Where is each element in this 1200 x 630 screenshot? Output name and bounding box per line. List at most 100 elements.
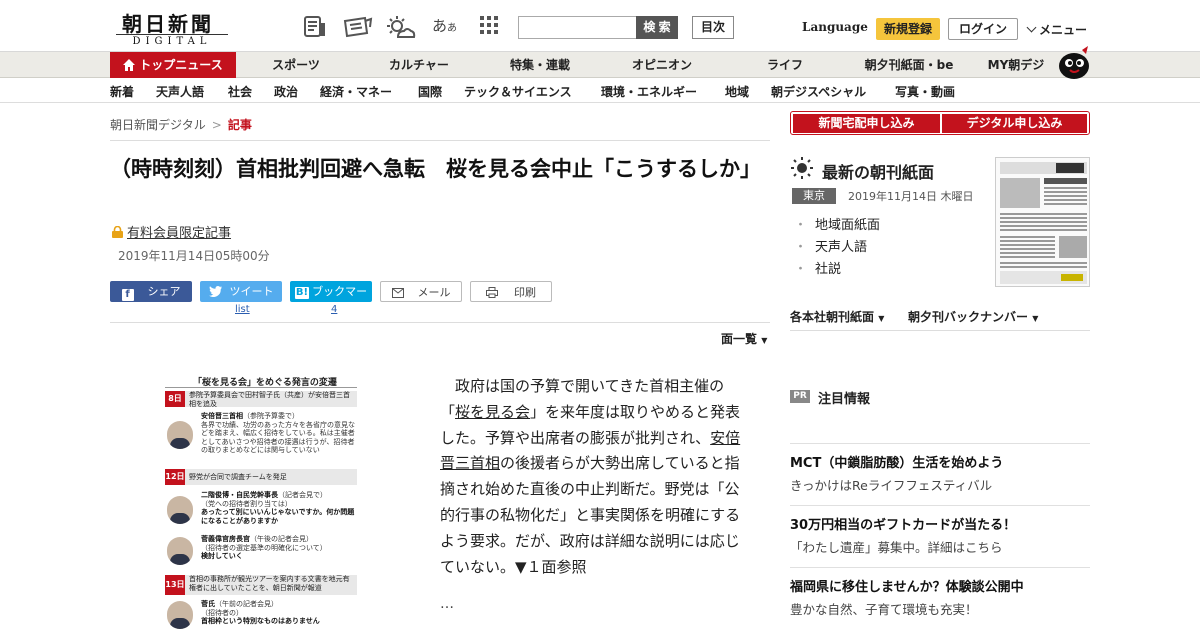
menu-button[interactable]: メニュー — [1026, 21, 1088, 38]
menlist-toggle[interactable]: 面一覧 ▼ — [721, 330, 767, 347]
font-size-icon[interactable]: ああ — [432, 15, 458, 39]
pr-ad-subtext[interactable]: 豊かな自然、子育て環境も充実！ — [790, 599, 978, 618]
choukan-link-label: 社説 — [815, 262, 842, 277]
mokuji-button[interactable]: 目次 — [692, 16, 734, 39]
regional-editions-dropdown[interactable]: 各本社朝刊紙面 ▼ — [790, 308, 884, 325]
quote-speaker: 安倍晋三首相 — [201, 412, 243, 420]
choukan-link[interactable]: ・社説 — [794, 258, 841, 277]
article-date: 2019年11月14日05時00分 — [118, 249, 270, 263]
quote-note: （午前の記者会見） — [215, 600, 278, 608]
search-button[interactable]: 検 索 — [636, 16, 678, 39]
quote-sub: （招待者の選定基準の明確化について） — [201, 543, 327, 552]
snav-special[interactable]: 朝デジスペシャル — [771, 83, 866, 100]
pr-ad-headline[interactable]: 福岡県に移住しませんか？体験談公開中 — [790, 576, 1024, 595]
hatena-bookmark-button[interactable]: B! ブックマーク — [290, 281, 372, 319]
bullet-icon: ・ — [794, 218, 808, 233]
sub-nav: 新着 天声人語 社会 政治 経済・マネー 国際 テック＆サイエンス 環境・エネル… — [0, 79, 1200, 103]
choukan-link[interactable]: ・天声人語 — [794, 236, 867, 255]
breadcrumb-current: 記事 — [227, 118, 252, 132]
facebook-icon: f — [121, 289, 134, 301]
weather-icon[interactable] — [386, 15, 416, 39]
gnav-features[interactable]: 特集・連載 — [490, 52, 590, 78]
login-button[interactable]: ログイン — [948, 18, 1018, 40]
quote-note: （午後の記者会見） — [250, 535, 313, 543]
quote-text: 検討していく — [201, 552, 243, 560]
figure-quote: 安倍晋三首相（参院予算委で） 各界で功績、功労のあった方々を各省庁の意見などを踏ま… — [201, 412, 355, 455]
figure-divider — [165, 387, 357, 388]
gnav-top-news[interactable]: トップニュース — [110, 52, 236, 78]
body-text: の後援者らが大勢出席していると指摘され始めた直後の中止判断だ。野党は「公的行事の… — [440, 454, 741, 576]
snav-environment[interactable]: 環境・エネルギー — [601, 83, 697, 100]
figure-quote: 菅氏（午前の記者会見） （招待者の） 首相枠という特別なものはありません — [201, 600, 355, 626]
choukan-title[interactable]: 最新の朝刊紙面 — [822, 159, 934, 183]
article-figure[interactable]: 「桜を見る会」をめぐる発言の変遷 8日 参院予算委員会で田村智子氏（共産）が安倍… — [165, 372, 357, 630]
quote-speaker: 二階俊博・自民党幹事長 — [201, 491, 278, 499]
divider — [110, 140, 770, 141]
newspaper-delivery-button[interactable]: 新聞宅配申し込み — [793, 114, 940, 133]
language-link[interactable]: Language — [802, 20, 868, 34]
figure-event-text: 野党が合同で調査チームを発足 — [189, 473, 287, 481]
news-list-icon[interactable] — [302, 15, 328, 39]
choukan-link-label: 地域面紙面 — [815, 218, 881, 233]
search-input[interactable] — [518, 16, 636, 39]
twitter-share-button[interactable]: ツイート — [200, 281, 282, 302]
menu-label: メニュー — [1039, 23, 1088, 37]
gnav-sports[interactable]: スポーツ — [248, 52, 344, 78]
grid-menu-icon[interactable] — [479, 15, 505, 39]
gnav-culture[interactable]: カルチャー — [364, 52, 474, 78]
mail-button[interactable]: メール — [380, 281, 462, 302]
figure-event-text: 首相の事務所が観光ツアーを案内する文書を地元有権者に出していたことを、朝日新聞が… — [189, 575, 350, 592]
pr-ad-subtext[interactable]: 「わたし遺産」募集中。詳細はこちら — [790, 537, 1003, 556]
digital-subscribe-button[interactable]: デジタル申し込み — [942, 114, 1087, 133]
gnav-life[interactable]: ライフ — [740, 52, 830, 78]
snav-economy[interactable]: 経済・マネー — [320, 83, 392, 100]
pr-ad-headline[interactable]: MCT（中鎖脂肪酸）生活を始めよう — [790, 452, 1003, 471]
breadcrumb: 朝日新聞デジタル > 記事 — [110, 116, 252, 133]
figure-quote: 二階俊博・自民党幹事長（記者会見で） （党への招待者割り当ては） あったって別にいい… — [201, 491, 355, 525]
newspaper-thumbnail[interactable] — [995, 157, 1090, 287]
gnav-print-edition[interactable]: 朝夕刊紙面・be — [854, 52, 964, 78]
quote-speaker: 菅義偉官房長官 — [201, 535, 250, 543]
pr-ad-subtext[interactable]: きっかけはReライフフェスティバル — [790, 475, 992, 494]
breadcrumb-root[interactable]: 朝日新聞デジタル — [110, 118, 206, 132]
quote-note: （記者会見で） — [278, 491, 327, 499]
choukan-link[interactable]: ・地域面紙面 — [794, 214, 880, 233]
back-numbers-dropdown[interactable]: 朝夕刊バックナンバー ▼ — [908, 308, 1038, 325]
print-button[interactable]: 印刷 — [470, 281, 552, 302]
quote-sub: （党への招待者割り当ては） — [201, 499, 292, 508]
sakura-link[interactable]: 桜を見る会 — [455, 403, 530, 421]
snav-new[interactable]: 新着 — [110, 83, 134, 100]
paid-member-badge[interactable]: 有料会員限定記事 — [112, 222, 231, 241]
figure-day-label: 8日 — [165, 391, 185, 407]
divider — [790, 330, 1090, 331]
snav-politics[interactable]: 政治 — [274, 83, 298, 100]
divider — [110, 322, 770, 323]
snav-tenseijingo[interactable]: 天声人語 — [156, 83, 204, 100]
dropdown-label: 朝夕刊バックナンバー — [908, 310, 1029, 324]
register-button[interactable]: 新規登録 — [876, 18, 940, 40]
newspaper-icon[interactable] — [343, 15, 373, 39]
article-title: （時時刻刻）首相批判回避へ急転 桜を見る会中止「こうするしか」 — [110, 157, 761, 181]
gnav-opinion[interactable]: オピニオン — [612, 52, 712, 78]
home-icon — [123, 54, 136, 80]
twitter-bird-icon — [208, 283, 222, 304]
asahi-digital-logo[interactable]: 朝日新聞 DIGITAL — [112, 8, 228, 48]
pr-ad-headline[interactable]: 30万円相当のギフトカードが当たる！ — [790, 514, 1016, 533]
snav-international[interactable]: 国際 — [418, 83, 442, 100]
bookmark-count[interactable]: 4 — [331, 304, 337, 315]
tweet-count[interactable]: list — [235, 304, 250, 315]
figure-quote: 菅義偉官房長官（午後の記者会見） （招待者の選定基準の明確化について） 検討していく — [201, 535, 355, 561]
facebook-share-button[interactable]: f シェア — [110, 281, 192, 302]
quote-text: 首相枠という特別なものはありません — [201, 617, 320, 625]
share-label: シェア — [147, 285, 181, 298]
snav-photo-video[interactable]: 写真・動画 — [895, 83, 955, 100]
print-icon — [486, 284, 498, 305]
snav-region[interactable]: 地域 — [725, 83, 749, 100]
mail-icon — [391, 284, 404, 305]
gnav-my-asadigi[interactable]: MY朝デジ — [980, 52, 1052, 78]
person-photo — [167, 421, 193, 449]
snav-tech-science[interactable]: テック＆サイエンス — [464, 83, 572, 100]
global-nav: トップニュース スポーツ カルチャー 特集・連載 オピニオン ライフ 朝夕刊紙面… — [0, 52, 1200, 78]
choukan-date: 2019年11月14日 木曜日 — [848, 190, 974, 203]
snav-society[interactable]: 社会 — [228, 83, 252, 100]
